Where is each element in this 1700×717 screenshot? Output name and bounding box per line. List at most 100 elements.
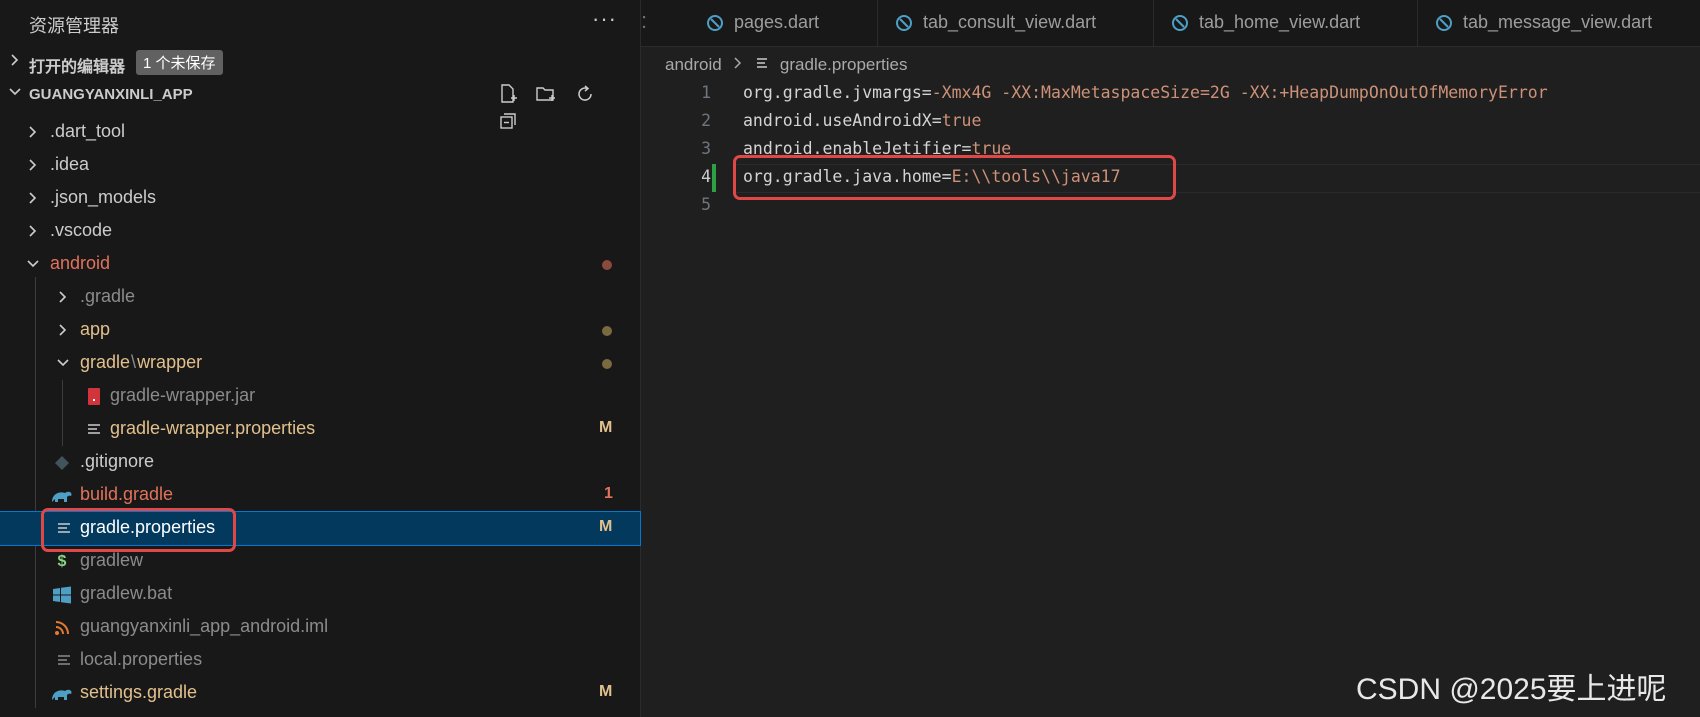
tab-consult-view[interactable]: tab_consult_view.dart [877,0,1154,46]
open-editors-section[interactable]: 打开的编辑器 1 个未保存 [0,46,640,79]
tree-item-label: gradle-wrapper.jar [110,385,256,405]
tab-overflow-icon[interactable]: : [641,8,647,34]
chevron-right-icon [29,225,37,237]
tree-item-label: .json_models [50,187,157,207]
code-line: 2 android.useAndroidX=true [641,108,1700,136]
chevron-right-icon [29,126,37,138]
tree-item-vscode[interactable]: .vscode [0,215,640,248]
unsaved-badge: 1 个未保存 [136,50,223,75]
tab-label: tab_home_view.dart [1199,12,1361,32]
highlight-annotation [41,508,236,552]
line-number: 4 [701,167,711,186]
tab-label: tab_message_view.dart [1463,12,1653,32]
highlight-annotation [733,155,1176,200]
tree-item-gradle-wrapper-properties[interactable]: gradle-wrapper.properties M [0,413,640,446]
project-section[interactable]: GUANGYANXINLI_APP [0,78,640,129]
tab-label: pages.dart [734,12,820,32]
tree-item-label: .gradle [80,286,136,306]
tree-item-label: android [50,253,111,273]
tree-item-label: .gitignore [80,451,155,471]
tree-item-app[interactable]: app [0,314,640,347]
git-icon [52,453,72,473]
tree-item-label: guangyanxinli_app_android.iml [80,616,329,636]
rss-icon [52,618,72,638]
tree-item-label: local.properties [80,649,203,669]
tree-item-label: gradle-wrapper.properties [110,418,316,438]
dart-icon [1171,14,1189,32]
properties-icon [755,55,769,75]
chevron-right-icon [732,55,744,75]
tree-item-label: gradle\wrapper [80,352,203,372]
chevron-down-icon [9,88,21,96]
tree-item-label: .dart_tool [50,121,126,141]
chevron-right-icon [11,54,19,66]
chevron-right-icon [29,192,37,204]
tree-item-label: build.gradle [80,484,174,504]
properties-icon [54,651,74,671]
tab-bar: : pages.dart tab_consult_view.dart tab_h… [641,0,1700,47]
new-folder-icon[interactable] [535,83,557,105]
dart-icon [706,14,724,32]
chevron-down-icon [27,260,39,268]
chevron-right-icon [59,291,67,303]
tree-item-json-models[interactable]: .json_models [0,182,640,215]
more-actions-icon[interactable]: ··· [592,6,617,32]
open-editors-label: 打开的编辑器 [29,59,126,76]
dart-icon [1435,14,1453,32]
refresh-icon[interactable] [574,83,596,105]
tree-item-gradle-wrapper-jar[interactable]: gradle-wrapper.jar [0,380,640,413]
shell-icon: $ [57,553,67,570]
line-number: 3 [701,139,711,158]
code-text: android.useAndroidX=true [743,111,982,130]
windows-icon [52,585,72,605]
jar-icon [84,387,104,407]
tree-item-gradlew-bat[interactable]: gradlew.bat [0,578,640,611]
tab-pages-dart[interactable]: pages.dart [688,0,878,46]
explorer-title: 资源管理器 [29,16,119,36]
code-line: 1 org.gradle.jvmargs=-Xmx4G -XX:MaxMetas… [641,80,1700,108]
properties-icon [84,420,104,440]
code-text: org.gradle.jvmargs=-Xmx4G -XX:MaxMetaspa… [743,83,1548,102]
tree-item-dart-tool[interactable]: .dart_tool [0,116,640,149]
tree-item-label: app [80,319,111,339]
line-number: 5 [701,195,711,214]
chevron-right-icon [29,159,37,171]
modified-dot [602,359,612,369]
line-number: 2 [701,111,711,130]
tree-item-idea[interactable]: .idea [0,149,640,182]
gradle-icon [50,486,72,506]
tree-item-local-properties[interactable]: local.properties [0,644,640,677]
explorer-header: 资源管理器 ··· [0,0,640,46]
breadcrumb-file[interactable]: gradle.properties [780,55,908,75]
tab-home-view[interactable]: tab_home_view.dart [1153,0,1418,46]
git-status-modified: M [599,683,613,700]
tree-item-label: settings.gradle [80,682,198,702]
tree-item-settings-gradle[interactable]: settings.gradle M [0,677,640,710]
new-file-icon[interactable] [497,83,519,105]
tree-item-label: .vscode [50,220,113,240]
explorer-sidebar: 资源管理器 ··· 打开的编辑器 1 个未保存 GUANGYANXINLI_AP… [0,0,641,717]
modified-dot [602,326,612,336]
breadcrumb-folder[interactable]: android [665,55,722,75]
project-label: GUANGYANXINLI_APP [29,86,193,103]
git-status-modified: M [599,518,613,535]
git-status-modified: M [599,419,613,436]
gradle-icon [50,684,72,704]
tree-item-gradle-wrapper[interactable]: gradle\wrapper [0,347,640,380]
tab-label: tab_consult_view.dart [923,12,1097,32]
chevron-right-icon [59,324,67,336]
problem-count: 1 [604,485,613,502]
modified-dot [602,260,612,270]
tree-item-label: gradlew [80,550,144,570]
tree-item-android[interactable]: android [0,248,640,281]
tab-message-view[interactable]: tab_message_view.dart [1417,0,1700,46]
tree-item-gitignore[interactable]: .gitignore [0,446,640,479]
tree-item-label: gradlew.bat [80,583,173,603]
editor-area: : pages.dart tab_consult_view.dart tab_h… [641,0,1700,717]
chevron-down-icon [57,359,69,367]
tree-item-gradle-folder[interactable]: .gradle [0,281,640,314]
tree-item-iml[interactable]: guangyanxinli_app_android.iml [0,611,640,644]
tree-item-label: .idea [50,154,90,174]
line-number: 1 [701,83,711,102]
watermark: CSDN @2025要上进呢 [1356,673,1667,706]
